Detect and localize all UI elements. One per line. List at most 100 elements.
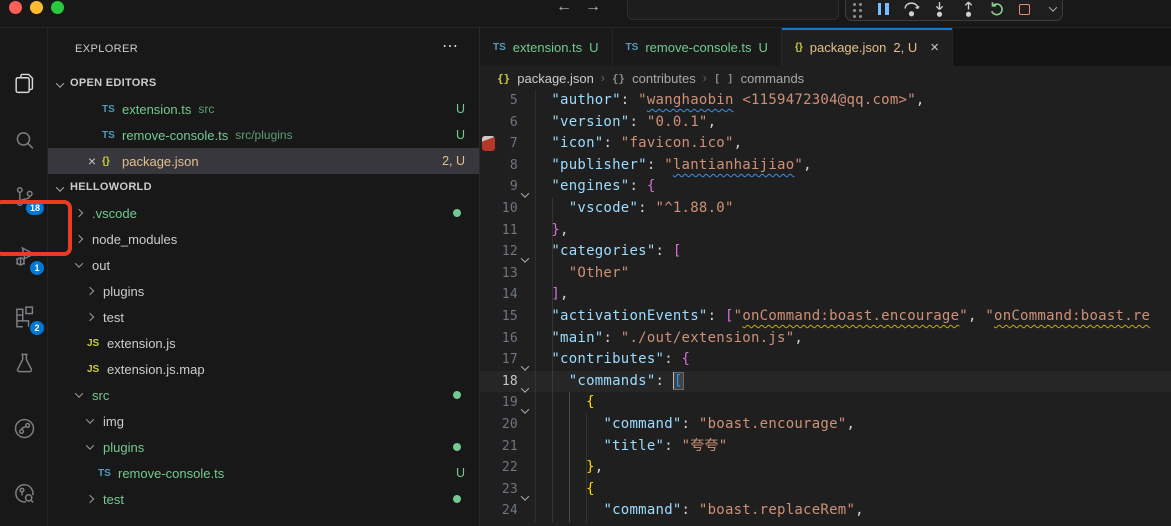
code-line-5[interactable]: 5 "author": "wanghaobin <1159472304@qq.c…: [480, 90, 1171, 112]
git-decoration: 2, U: [442, 154, 465, 168]
workspace-header[interactable]: HELLOWORLD: [48, 174, 479, 200]
code-token: :: [656, 373, 673, 389]
minimize-window-button[interactable]: [30, 1, 43, 14]
activity-bar-item-explorer[interactable]: [0, 63, 48, 103]
activity-bar-item-testing[interactable]: [0, 343, 48, 383]
open-editor-item[interactable]: ×{}package.json2, U: [48, 148, 479, 174]
stop-button-icon[interactable]: [1016, 0, 1033, 18]
code-line-12[interactable]: 12 "categories": [: [480, 241, 1171, 263]
folder-chevron-icon: [87, 288, 103, 294]
tree-item-test[interactable]: test: [48, 486, 479, 512]
pause-button-icon[interactable]: [874, 0, 891, 18]
code-line-15[interactable]: 15 "activationEvents": ["onCommand:boast…: [480, 306, 1171, 328]
code-line-6[interactable]: 6 "version": "0.0.1",: [480, 112, 1171, 134]
step-out-button-icon[interactable]: [960, 0, 977, 18]
code-token: ,: [708, 114, 717, 130]
code-token: [534, 92, 551, 108]
tree-item-extension.js[interactable]: JSextension.js: [48, 330, 479, 356]
code-token: wanghaobin: [647, 92, 734, 108]
code-token: :: [682, 416, 699, 432]
explorer-sidebar: EXPLORER ⋯ OPEN EDITORSTSextension.tssrc…: [48, 28, 480, 526]
activity-bar-item-git-search[interactable]: [0, 473, 48, 513]
code-editor[interactable]: 5 "author": "wanghaobin <1159472304@qq.c…: [480, 90, 1171, 522]
code-line-22[interactable]: 22 },: [480, 457, 1171, 479]
tree-item-remove-console.ts[interactable]: TSremove-console.tsU: [48, 460, 479, 486]
restart-button-icon[interactable]: [988, 0, 1005, 18]
traffic-lights: [9, 1, 64, 14]
line-number: 22: [488, 457, 518, 479]
more-actions-icon[interactable]: ⋯: [442, 36, 459, 56]
activity-bar-item-search[interactable]: [0, 120, 48, 160]
open-editor-item[interactable]: TSremove-console.tssrc/pluginsU: [48, 122, 479, 148]
tree-item-node_modules[interactable]: node_modules: [48, 226, 479, 252]
open-editor-path: src/plugins: [235, 128, 292, 142]
tree-item-.vscode[interactable]: .vscode: [48, 200, 479, 226]
code-line-8[interactable]: 8 "publisher": "lantianhaijiao",: [480, 155, 1171, 177]
close-window-button[interactable]: [9, 1, 22, 14]
tree-item-test[interactable]: test: [48, 304, 479, 330]
breadcrumb-item[interactable]: commands: [741, 71, 805, 86]
close-tab-icon[interactable]: ×: [930, 39, 939, 56]
activity-bar-item-git-graph[interactable]: [0, 408, 48, 448]
code-line-9[interactable]: 9 "engines": {: [480, 176, 1171, 198]
breadcrumb-symbol-icon: {}: [612, 72, 625, 85]
tree-item-plugins[interactable]: plugins: [48, 278, 479, 304]
line-number: 10: [488, 198, 518, 220]
code-line-13[interactable]: 13 "Other": [480, 263, 1171, 285]
breadcrumb-item[interactable]: contributes: [632, 71, 696, 86]
more-actions-button-icon[interactable]: [1045, 0, 1062, 18]
code-token: ": [959, 308, 968, 324]
line-number: 24: [488, 500, 518, 522]
tab-package.json[interactable]: {}package.json2, U×: [782, 28, 953, 66]
breadcrumb-symbol-icon: [ ]: [714, 72, 734, 85]
tree-item-plugins[interactable]: plugins: [48, 434, 479, 460]
tab-remove-console.ts[interactable]: TSremove-console.tsU: [613, 28, 782, 66]
code-token: {: [682, 351, 691, 367]
history-nav: ← →: [556, 0, 601, 16]
back-arrow-icon[interactable]: ←: [556, 0, 572, 16]
tab-label: package.json: [810, 40, 887, 55]
maximize-window-button[interactable]: [51, 1, 64, 14]
tree-item-src[interactable]: src: [48, 382, 479, 408]
code-line-10[interactable]: 10 "vscode": "^1.88.0": [480, 198, 1171, 220]
json-file-icon: {}: [102, 156, 122, 167]
code-token: "Other": [569, 265, 630, 281]
tree-item-label: extension.js: [107, 336, 176, 351]
code-line-7[interactable]: 7 "icon": "favicon.ico",: [480, 133, 1171, 155]
code-token: {: [586, 481, 595, 497]
code-line-14[interactable]: 14 ],: [480, 284, 1171, 306]
tree-item-out[interactable]: out: [48, 252, 479, 278]
forward-arrow-icon[interactable]: →: [585, 0, 601, 16]
modified-dot: [453, 495, 461, 503]
breadcrumb-item[interactable]: package.json: [517, 71, 594, 86]
code-line-11[interactable]: 11 },: [480, 220, 1171, 242]
tab-extension.ts[interactable]: TSextension.tsU: [480, 28, 613, 66]
step-into-button-icon[interactable]: [931, 0, 948, 18]
activity-bar-item-run-debug[interactable]: 1: [0, 236, 48, 276]
step-over-button-icon[interactable]: [903, 0, 920, 18]
code-line-16[interactable]: 16 "main": "./out/extension.js",: [480, 328, 1171, 350]
code-line-17[interactable]: 17 "contributes": {: [480, 349, 1171, 371]
folder-chevron-icon: [76, 210, 92, 216]
code-line-20[interactable]: 20 "command": "boast.encourage",: [480, 414, 1171, 436]
line-number: 13: [488, 263, 518, 285]
activity-bar-item-extensions[interactable]: 2: [0, 296, 48, 336]
open-editor-item[interactable]: TSextension.tssrcU: [48, 96, 479, 122]
tree-item-img[interactable]: img: [48, 408, 479, 434]
code-line-19[interactable]: 19 {: [480, 392, 1171, 414]
code-line-24[interactable]: 24 "command": "boast.replaceRem",: [480, 500, 1171, 522]
line-number: 5: [488, 90, 518, 112]
command-center-search[interactable]: [627, 0, 839, 20]
code-line-23[interactable]: 23 {: [480, 479, 1171, 501]
typescript-file-icon: TS: [102, 130, 122, 141]
activity-bar-item-source-control[interactable]: 18: [0, 176, 48, 216]
code-line-21[interactable]: 21 "title": "夸夸": [480, 436, 1171, 458]
git-graph-icon: [12, 416, 37, 441]
close-editor-icon[interactable]: ×: [82, 153, 102, 169]
tree-item-extension.js.map[interactable]: JSextension.js.map: [48, 356, 479, 382]
open-editors-header[interactable]: OPEN EDITORS: [48, 70, 479, 96]
code-line-18[interactable]: 18 "commands": [: [480, 371, 1171, 393]
code-text: },: [534, 459, 603, 475]
line-number: 19: [488, 392, 518, 414]
line-number: 12: [488, 241, 518, 263]
